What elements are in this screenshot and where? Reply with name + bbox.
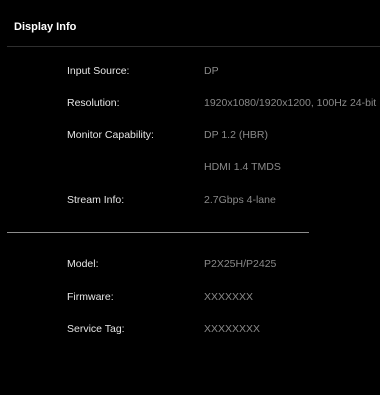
panel-title: Display Info (14, 21, 77, 33)
stream-info-value: 2.7Gbps 4-lane (204, 194, 276, 206)
monitor-capability-value: DP 1.2 (HBR) (204, 129, 268, 141)
service-tag-value: XXXXXXXX (204, 323, 261, 335)
input-source-value: DP (204, 65, 219, 77)
monitor-capability-label: Monitor Capability: (67, 129, 154, 141)
service-tag-label: Service Tag: (67, 323, 125, 335)
resolution-label: Resolution: (67, 97, 120, 109)
header-divider (7, 46, 380, 47)
resolution-value: 1920x1080/1920x1200, 100Hz 24-bit (204, 97, 377, 109)
display-info-panel: Display Info Input Source: DP Resolution… (7, 8, 380, 389)
input-source-label: Input Source: (67, 65, 130, 77)
stream-info-label: Stream Info: (67, 194, 125, 206)
firmware-label: Firmware: (67, 291, 114, 303)
model-value: P2X25H/P2425 (204, 258, 277, 270)
monitor-capability-value-2: HDMI 1.4 TMDS (204, 161, 281, 173)
firmware-value: XXXXXXX (204, 291, 254, 303)
model-label: Model: (67, 258, 99, 270)
section-divider (7, 232, 309, 233)
